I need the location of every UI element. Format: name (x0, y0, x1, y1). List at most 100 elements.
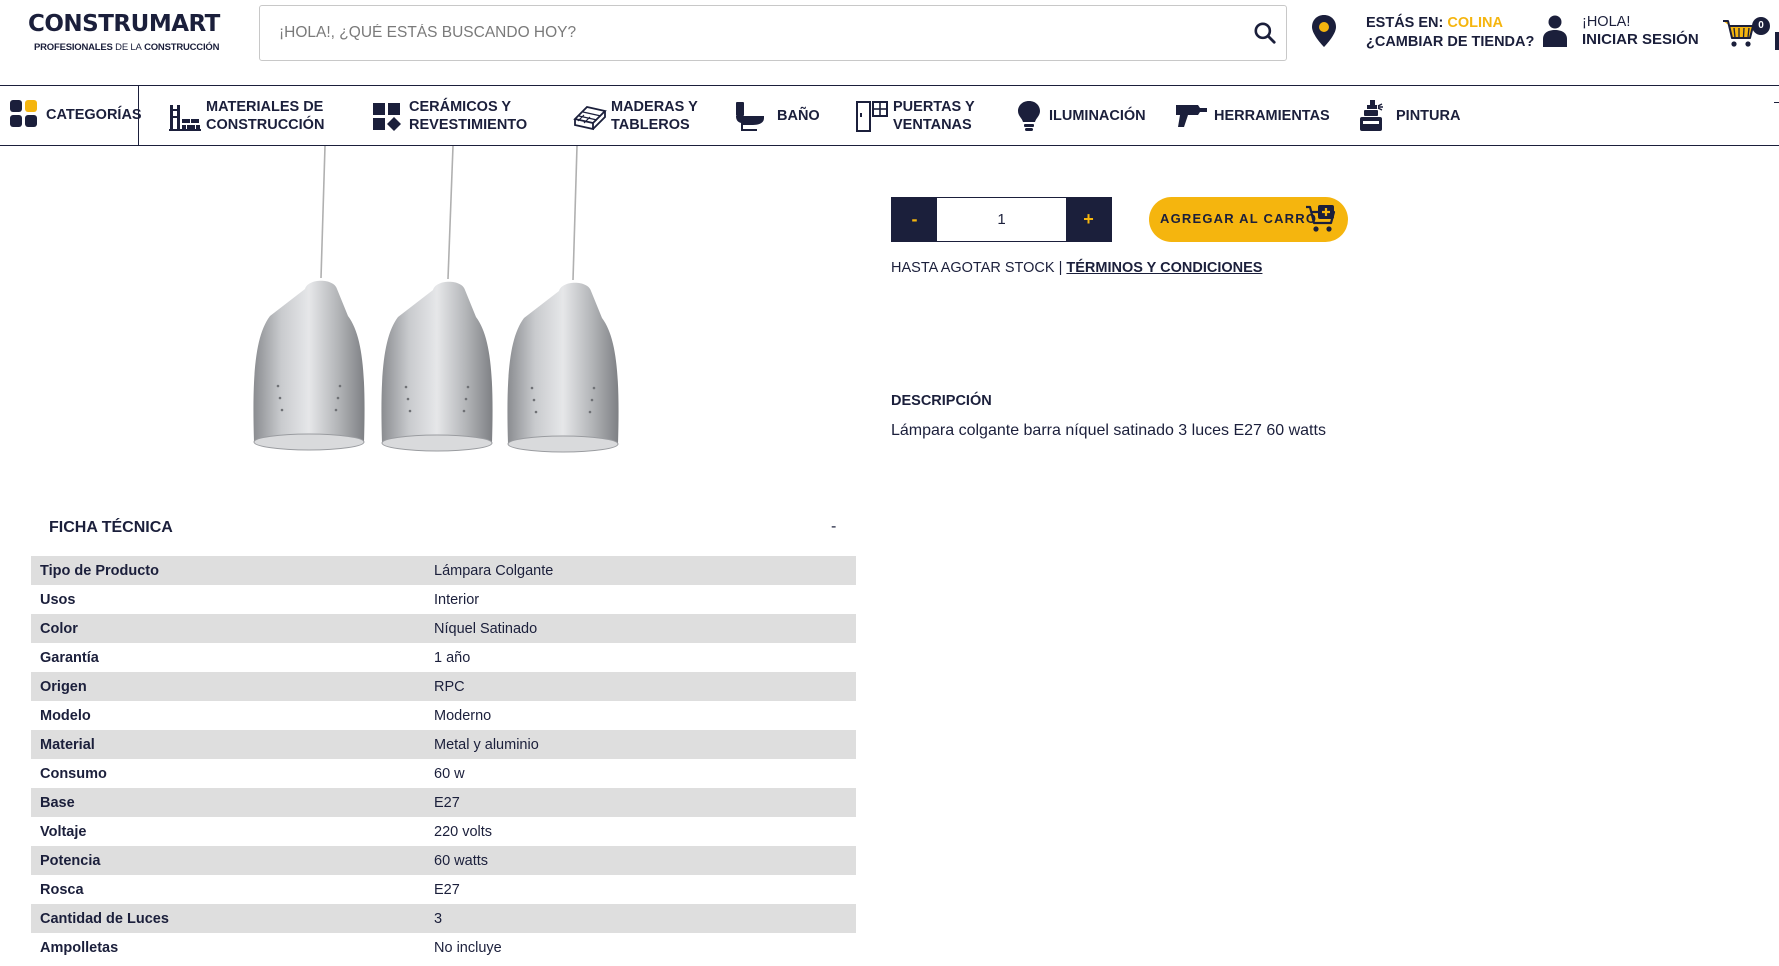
description-text: Lámpara colgante barra níquel satinado 3… (891, 422, 1326, 439)
categories-grid-icon (10, 100, 37, 127)
spec-table: Tipo de Producto Lámpara Colgante Usos Int… (31, 556, 856, 962)
nav-item-puertas[interactable]: PUERTAS Y VENTANAS (855, 86, 995, 145)
spec-key: Usos (40, 591, 76, 608)
drill-icon (1176, 105, 1207, 127)
logo-tagline-bold: PROFESIONALES (34, 42, 113, 53)
table-row: Color Níquel Satinado (31, 614, 856, 643)
spec-value: E27 (434, 788, 856, 817)
cart-button[interactable]: 0 (1722, 14, 1774, 54)
nav-item-label: ILUMINACIÓN (1049, 107, 1146, 124)
spec-key: Consumo (40, 765, 107, 782)
user-login[interactable]: ¡HOLA! INICIAR SESIÓN (1542, 12, 1702, 56)
search-bar (259, 5, 1287, 61)
categories-menu-button[interactable]: CATEGORÍAS (0, 86, 142, 145)
spec-value: Moderno (434, 707, 492, 724)
table-row: Origen RPC (31, 672, 856, 701)
spec-key: Tipo de Producto (31, 556, 434, 585)
table-row: Potencia 60 watts (31, 846, 856, 875)
store-selector[interactable]: ESTÁS EN: COLINA ¿CAMBIAR DE TIENDA? (1311, 14, 1534, 58)
spec-key: Color (31, 614, 434, 643)
nav-item-label: CERÁMICOS Y REVESTIMIENTO (409, 98, 528, 133)
spec-value: 3 (434, 904, 856, 933)
nav-item-ceramicos[interactable]: CERÁMICOS Y REVESTIMIENTO (370, 86, 540, 145)
store-name: COLINA (1447, 15, 1503, 31)
logo-tagline-light: DE LA (115, 42, 142, 53)
spec-key: Base (31, 788, 434, 817)
table-row: Voltaje 220 volts (31, 817, 856, 846)
location-pin-icon (1312, 15, 1336, 47)
nav-item-label: PINTURA (1396, 107, 1461, 124)
description-title: DESCRIPCIÓN (891, 393, 992, 409)
construmart-logo[interactable]: CONSTRUMART PROFESIONALES DE LA CONSTRUC… (28, 12, 224, 58)
spec-key: Rosca (40, 881, 84, 898)
spec-value: 60 watts (434, 846, 856, 875)
spec-key: Modelo (40, 707, 91, 724)
table-row: Ampolletas No incluye (31, 933, 856, 962)
paint-spray-icon (1360, 100, 1383, 131)
table-row: Garantía 1 año (31, 643, 856, 672)
table-row: Modelo Moderno (31, 701, 856, 730)
spec-key: Potencia (31, 846, 434, 875)
wood-boards-icon (573, 106, 607, 131)
login-link[interactable]: INICIAR SESIÓN (1582, 31, 1699, 48)
spec-value: E27 (434, 881, 460, 898)
product-image[interactable] (108, 146, 748, 466)
add-to-cart-button[interactable]: AGREGAR AL CARRO (1149, 197, 1348, 242)
logo-tagline: PROFESIONALES DE LA CONSTRUCCIÓN (34, 42, 224, 53)
spec-value: 220 volts (434, 823, 493, 840)
spec-collapse-toggle[interactable]: - (831, 518, 836, 536)
nav-item-herramientas[interactable]: HERRAMIENTAS (1174, 86, 1334, 145)
search-icon[interactable] (1252, 20, 1278, 46)
user-icon (1543, 15, 1567, 47)
nav-item-pintura[interactable]: PINTURA (1358, 86, 1468, 145)
categories-label: CATEGORÍAS (46, 107, 142, 123)
table-row: Consumo 60 w (31, 759, 856, 788)
stock-notice: HASTA AGOTAR STOCK | TÉRMINOS Y CONDICIO… (891, 260, 1262, 276)
spec-key: Material (31, 730, 434, 759)
spec-key: Origen (31, 672, 434, 701)
store-prefix: ESTÁS EN: (1366, 15, 1444, 31)
nav-item-materiales[interactable]: MATERIALES DE CONSTRUCCIÓN (168, 86, 338, 145)
spec-key: Cantidad de Luces (31, 904, 434, 933)
spec-key: Garantía (40, 649, 99, 666)
stock-text: HASTA AGOTAR STOCK | (891, 260, 1063, 276)
nav-item-maderas[interactable]: MADERAS Y TABLEROS (573, 86, 723, 145)
nav-item-label: BAÑO (777, 107, 820, 124)
spec-key: Voltaje (40, 823, 87, 840)
toilet-icon (736, 102, 764, 131)
terms-link[interactable]: TÉRMINOS Y CONDICIONES (1066, 260, 1262, 276)
change-store-link[interactable]: ¿CAMBIAR DE TIENDA? (1366, 34, 1534, 50)
category-nav: CATEGORÍAS MATERIALES DE CONSTRUCCIÓN CER… (0, 85, 1779, 146)
table-row: Cantidad de Luces 3 (31, 904, 856, 933)
nav-item-iluminacion[interactable]: ILUMINACIÓN (1012, 86, 1152, 145)
store-current: ESTÁS EN: COLINA (1366, 15, 1503, 31)
spec-value: 1 año (434, 649, 471, 666)
bricks-icon (169, 105, 201, 131)
door-window-icon (856, 101, 888, 132)
quantity-increase-button[interactable]: + (1066, 198, 1111, 241)
spec-value: Interior (434, 591, 480, 608)
logo-tagline-end: CONSTRUCCIÓN (144, 42, 220, 53)
logo-brand: CONSTRUMART (28, 11, 220, 37)
search-input[interactable] (260, 6, 1230, 60)
spec-key: Ampolletas (40, 939, 119, 956)
quantity-input[interactable] (937, 198, 1066, 241)
nav-scroll-indicator[interactable] (1774, 102, 1779, 103)
spec-value: Níquel Satinado (434, 614, 856, 643)
nav-item-bano[interactable]: BAÑO (733, 86, 823, 145)
spec-value: Metal y aluminio (434, 730, 856, 759)
table-row: Material Metal y aluminio (31, 730, 856, 759)
add-cart-icon (1306, 205, 1336, 232)
quantity-stepper: - + (891, 197, 1112, 242)
site-header: CONSTRUMART PROFESIONALES DE LA CONSTRUC… (0, 0, 1779, 85)
lightbulb-icon (1018, 101, 1040, 131)
add-to-cart-label: AGREGAR AL CARRO (1160, 211, 1318, 226)
table-row: Usos Interior (31, 585, 856, 614)
nav-item-label: PUERTAS Y VENTANAS (893, 98, 975, 133)
nav-item-label: MATERIALES DE CONSTRUCCIÓN (206, 98, 325, 133)
quantity-decrease-button[interactable]: - (892, 198, 937, 241)
cart-count-badge: 0 (1752, 17, 1770, 35)
cart-icon (1723, 20, 1754, 47)
header-edge-decoration (1775, 32, 1779, 50)
table-row: Rosca E27 (31, 875, 856, 904)
